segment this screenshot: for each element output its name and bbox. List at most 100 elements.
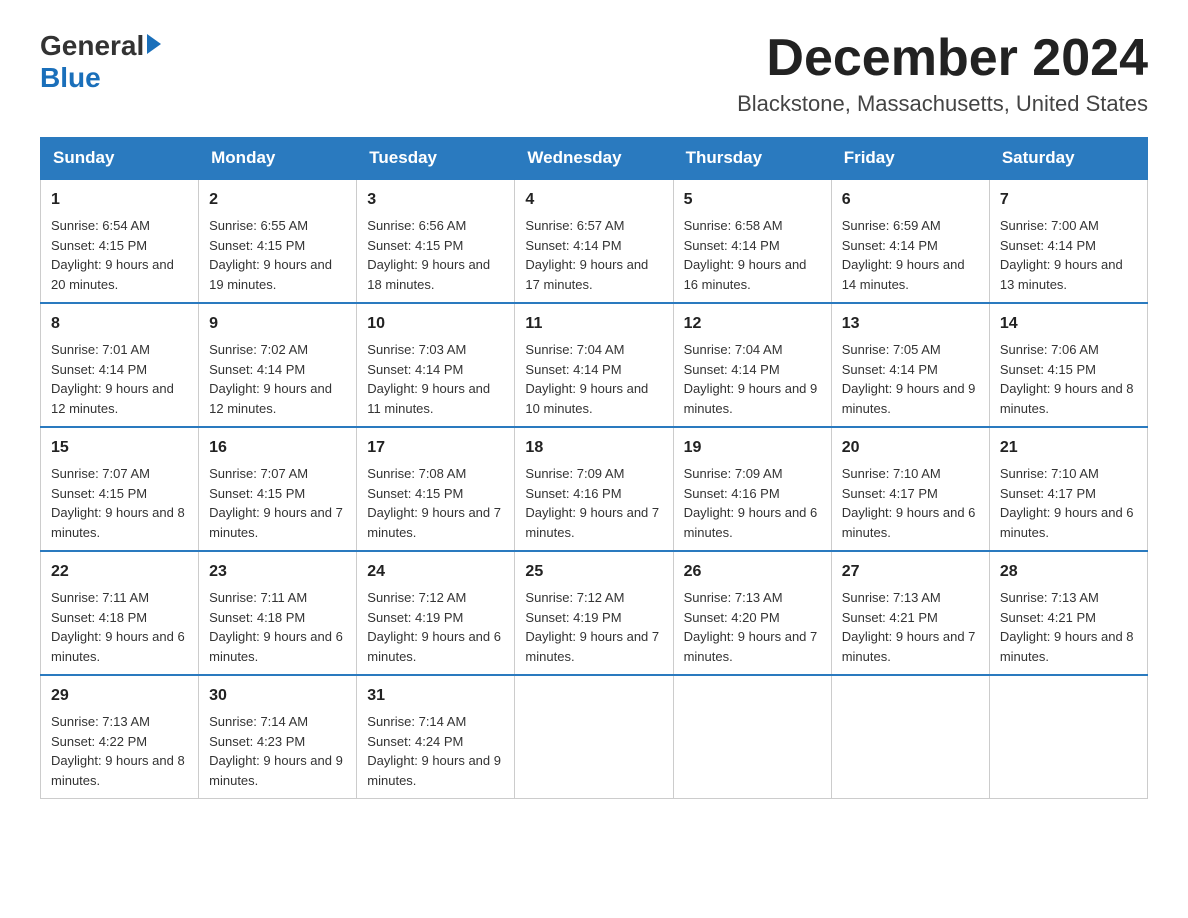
day-number: 14 — [1000, 312, 1137, 336]
month-title: December 2024 — [737, 30, 1148, 87]
day-number: 8 — [51, 312, 188, 336]
day-info: Sunrise: 7:03 AMSunset: 4:14 PMDaylight:… — [367, 342, 490, 416]
weekday-header-monday: Monday — [199, 138, 357, 180]
day-number: 15 — [51, 436, 188, 460]
calendar-cell: 8 Sunrise: 7:01 AMSunset: 4:14 PMDayligh… — [41, 303, 199, 427]
day-info: Sunrise: 7:12 AMSunset: 4:19 PMDaylight:… — [367, 590, 501, 664]
weekday-header-row: SundayMondayTuesdayWednesdayThursdayFrid… — [41, 138, 1148, 180]
day-info: Sunrise: 7:13 AMSunset: 4:20 PMDaylight:… — [684, 590, 818, 664]
logo-general-text: General — [40, 30, 144, 62]
day-info: Sunrise: 7:11 AMSunset: 4:18 PMDaylight:… — [51, 590, 185, 664]
weekday-header-saturday: Saturday — [989, 138, 1147, 180]
calendar-cell: 15 Sunrise: 7:07 AMSunset: 4:15 PMDaylig… — [41, 427, 199, 551]
day-info: Sunrise: 7:09 AMSunset: 4:16 PMDaylight:… — [684, 466, 818, 540]
day-info: Sunrise: 7:07 AMSunset: 4:15 PMDaylight:… — [51, 466, 185, 540]
calendar-cell: 23 Sunrise: 7:11 AMSunset: 4:18 PMDaylig… — [199, 551, 357, 675]
day-info: Sunrise: 6:58 AMSunset: 4:14 PMDaylight:… — [684, 218, 807, 292]
calendar-cell: 4 Sunrise: 6:57 AMSunset: 4:14 PMDayligh… — [515, 179, 673, 303]
day-number: 2 — [209, 188, 346, 212]
calendar-cell — [515, 675, 673, 799]
calendar-cell: 10 Sunrise: 7:03 AMSunset: 4:14 PMDaylig… — [357, 303, 515, 427]
location-title: Blackstone, Massachusetts, United States — [737, 91, 1148, 117]
day-info: Sunrise: 6:59 AMSunset: 4:14 PMDaylight:… — [842, 218, 965, 292]
calendar-cell: 12 Sunrise: 7:04 AMSunset: 4:14 PMDaylig… — [673, 303, 831, 427]
day-number: 21 — [1000, 436, 1137, 460]
day-number: 1 — [51, 188, 188, 212]
day-number: 27 — [842, 560, 979, 584]
day-number: 20 — [842, 436, 979, 460]
day-info: Sunrise: 7:02 AMSunset: 4:14 PMDaylight:… — [209, 342, 332, 416]
day-info: Sunrise: 6:57 AMSunset: 4:14 PMDaylight:… — [525, 218, 648, 292]
day-number: 10 — [367, 312, 504, 336]
calendar-cell: 20 Sunrise: 7:10 AMSunset: 4:17 PMDaylig… — [831, 427, 989, 551]
title-section: December 2024 Blackstone, Massachusetts,… — [737, 30, 1148, 117]
day-number: 19 — [684, 436, 821, 460]
calendar-cell: 19 Sunrise: 7:09 AMSunset: 4:16 PMDaylig… — [673, 427, 831, 551]
day-number: 26 — [684, 560, 821, 584]
day-info: Sunrise: 7:05 AMSunset: 4:14 PMDaylight:… — [842, 342, 976, 416]
calendar-cell — [831, 675, 989, 799]
day-info: Sunrise: 7:13 AMSunset: 4:22 PMDaylight:… — [51, 714, 185, 788]
logo: General Blue — [40, 30, 161, 94]
day-info: Sunrise: 7:09 AMSunset: 4:16 PMDaylight:… — [525, 466, 659, 540]
day-number: 16 — [209, 436, 346, 460]
weekday-header-sunday: Sunday — [41, 138, 199, 180]
calendar-cell: 7 Sunrise: 7:00 AMSunset: 4:14 PMDayligh… — [989, 179, 1147, 303]
calendar-cell: 28 Sunrise: 7:13 AMSunset: 4:21 PMDaylig… — [989, 551, 1147, 675]
day-number: 18 — [525, 436, 662, 460]
calendar-cell: 27 Sunrise: 7:13 AMSunset: 4:21 PMDaylig… — [831, 551, 989, 675]
day-number: 7 — [1000, 188, 1137, 212]
day-info: Sunrise: 7:07 AMSunset: 4:15 PMDaylight:… — [209, 466, 343, 540]
day-info: Sunrise: 6:54 AMSunset: 4:15 PMDaylight:… — [51, 218, 174, 292]
logo-blue-text: Blue — [40, 62, 101, 94]
day-number: 31 — [367, 684, 504, 708]
weekday-header-friday: Friday — [831, 138, 989, 180]
calendar-cell: 6 Sunrise: 6:59 AMSunset: 4:14 PMDayligh… — [831, 179, 989, 303]
day-info: Sunrise: 7:14 AMSunset: 4:24 PMDaylight:… — [367, 714, 501, 788]
week-row-3: 15 Sunrise: 7:07 AMSunset: 4:15 PMDaylig… — [41, 427, 1148, 551]
week-row-1: 1 Sunrise: 6:54 AMSunset: 4:15 PMDayligh… — [41, 179, 1148, 303]
day-number: 11 — [525, 312, 662, 336]
logo-arrow-icon — [147, 34, 161, 54]
day-number: 12 — [684, 312, 821, 336]
day-info: Sunrise: 7:10 AMSunset: 4:17 PMDaylight:… — [842, 466, 976, 540]
day-number: 29 — [51, 684, 188, 708]
calendar-cell: 26 Sunrise: 7:13 AMSunset: 4:20 PMDaylig… — [673, 551, 831, 675]
calendar-cell: 30 Sunrise: 7:14 AMSunset: 4:23 PMDaylig… — [199, 675, 357, 799]
weekday-header-wednesday: Wednesday — [515, 138, 673, 180]
calendar-cell: 24 Sunrise: 7:12 AMSunset: 4:19 PMDaylig… — [357, 551, 515, 675]
calendar-cell — [673, 675, 831, 799]
day-info: Sunrise: 7:08 AMSunset: 4:15 PMDaylight:… — [367, 466, 501, 540]
weekday-header-tuesday: Tuesday — [357, 138, 515, 180]
calendar-cell: 18 Sunrise: 7:09 AMSunset: 4:16 PMDaylig… — [515, 427, 673, 551]
week-row-2: 8 Sunrise: 7:01 AMSunset: 4:14 PMDayligh… — [41, 303, 1148, 427]
calendar-cell: 13 Sunrise: 7:05 AMSunset: 4:14 PMDaylig… — [831, 303, 989, 427]
day-info: Sunrise: 7:13 AMSunset: 4:21 PMDaylight:… — [1000, 590, 1134, 664]
day-info: Sunrise: 6:55 AMSunset: 4:15 PMDaylight:… — [209, 218, 332, 292]
day-number: 24 — [367, 560, 504, 584]
day-number: 23 — [209, 560, 346, 584]
day-info: Sunrise: 7:01 AMSunset: 4:14 PMDaylight:… — [51, 342, 174, 416]
day-info: Sunrise: 6:56 AMSunset: 4:15 PMDaylight:… — [367, 218, 490, 292]
calendar-cell: 29 Sunrise: 7:13 AMSunset: 4:22 PMDaylig… — [41, 675, 199, 799]
day-info: Sunrise: 7:00 AMSunset: 4:14 PMDaylight:… — [1000, 218, 1123, 292]
calendar-cell: 3 Sunrise: 6:56 AMSunset: 4:15 PMDayligh… — [357, 179, 515, 303]
day-number: 13 — [842, 312, 979, 336]
day-number: 28 — [1000, 560, 1137, 584]
week-row-5: 29 Sunrise: 7:13 AMSunset: 4:22 PMDaylig… — [41, 675, 1148, 799]
calendar-cell: 31 Sunrise: 7:14 AMSunset: 4:24 PMDaylig… — [357, 675, 515, 799]
calendar-cell: 21 Sunrise: 7:10 AMSunset: 4:17 PMDaylig… — [989, 427, 1147, 551]
day-number: 3 — [367, 188, 504, 212]
calendar-cell: 11 Sunrise: 7:04 AMSunset: 4:14 PMDaylig… — [515, 303, 673, 427]
day-number: 30 — [209, 684, 346, 708]
calendar-cell: 17 Sunrise: 7:08 AMSunset: 4:15 PMDaylig… — [357, 427, 515, 551]
day-number: 17 — [367, 436, 504, 460]
day-number: 9 — [209, 312, 346, 336]
day-info: Sunrise: 7:13 AMSunset: 4:21 PMDaylight:… — [842, 590, 976, 664]
day-info: Sunrise: 7:11 AMSunset: 4:18 PMDaylight:… — [209, 590, 343, 664]
day-number: 4 — [525, 188, 662, 212]
day-info: Sunrise: 7:14 AMSunset: 4:23 PMDaylight:… — [209, 714, 343, 788]
day-number: 25 — [525, 560, 662, 584]
calendar-table: SundayMondayTuesdayWednesdayThursdayFrid… — [40, 137, 1148, 799]
day-info: Sunrise: 7:04 AMSunset: 4:14 PMDaylight:… — [525, 342, 648, 416]
